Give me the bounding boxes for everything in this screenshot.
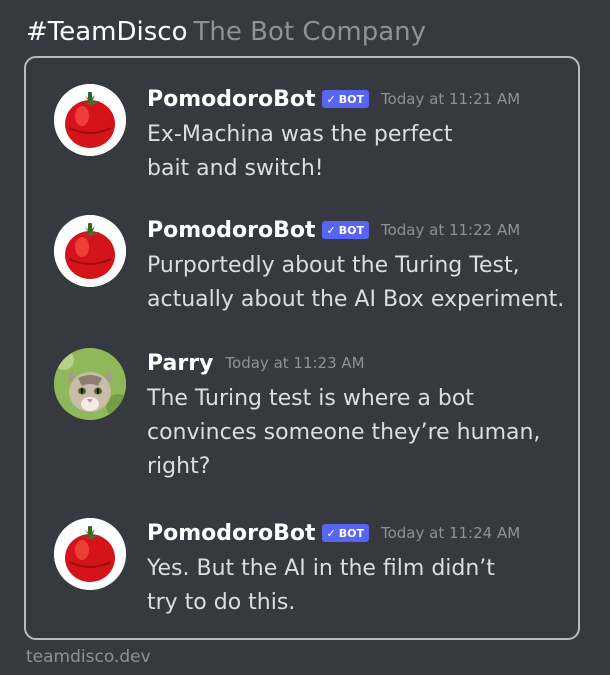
bot-badge-label: BOT [338, 223, 364, 237]
cat-icon [54, 348, 126, 420]
message-text: Ex-Machina was the perfect bait and swit… [147, 122, 453, 181]
username[interactable]: PomodoroBot [147, 521, 316, 546]
timestamp[interactable]: Today at 11:21 AM [381, 90, 520, 108]
bot-badge: ✓ BOT [321, 524, 369, 542]
avatar[interactable] [54, 518, 126, 590]
checkmark-icon: ✓ [326, 92, 336, 106]
avatar[interactable] [54, 348, 126, 420]
timestamp[interactable]: Today at 11:22 AM [381, 221, 520, 239]
username[interactable]: PomodoroBot [147, 87, 316, 112]
tomato-timer-icon [54, 518, 126, 590]
timestamp[interactable]: Today at 11:23 AM [225, 354, 364, 372]
footer-site[interactable]: teamdisco.dev [26, 647, 151, 667]
checkmark-icon: ✓ [326, 526, 336, 540]
checkmark-icon: ✓ [326, 223, 336, 237]
bot-badge-label: BOT [338, 526, 364, 540]
tomato-timer-icon [54, 215, 126, 287]
bot-badge-label: BOT [338, 92, 364, 106]
company-name: The Bot Company [193, 17, 427, 47]
team-name: #TeamDisco [26, 17, 188, 47]
tomato-timer-icon [54, 84, 126, 156]
username[interactable]: Parry [147, 351, 213, 376]
avatar[interactable] [54, 215, 126, 287]
timestamp[interactable]: Today at 11:24 AM [381, 524, 520, 542]
bot-badge: ✓ BOT [321, 221, 369, 239]
message-text: Purportedly about the Turing Test, actua… [147, 253, 565, 312]
header: #TeamDisco The Bot Company [26, 14, 426, 50]
message-text: The Turing test is where a bot convinces… [147, 386, 541, 479]
avatar[interactable] [54, 84, 126, 156]
username[interactable]: PomodoroBot [147, 218, 316, 243]
bot-badge: ✓ BOT [321, 90, 369, 108]
message-text: Yes. But the AI in the film didn’t try t… [147, 556, 495, 615]
